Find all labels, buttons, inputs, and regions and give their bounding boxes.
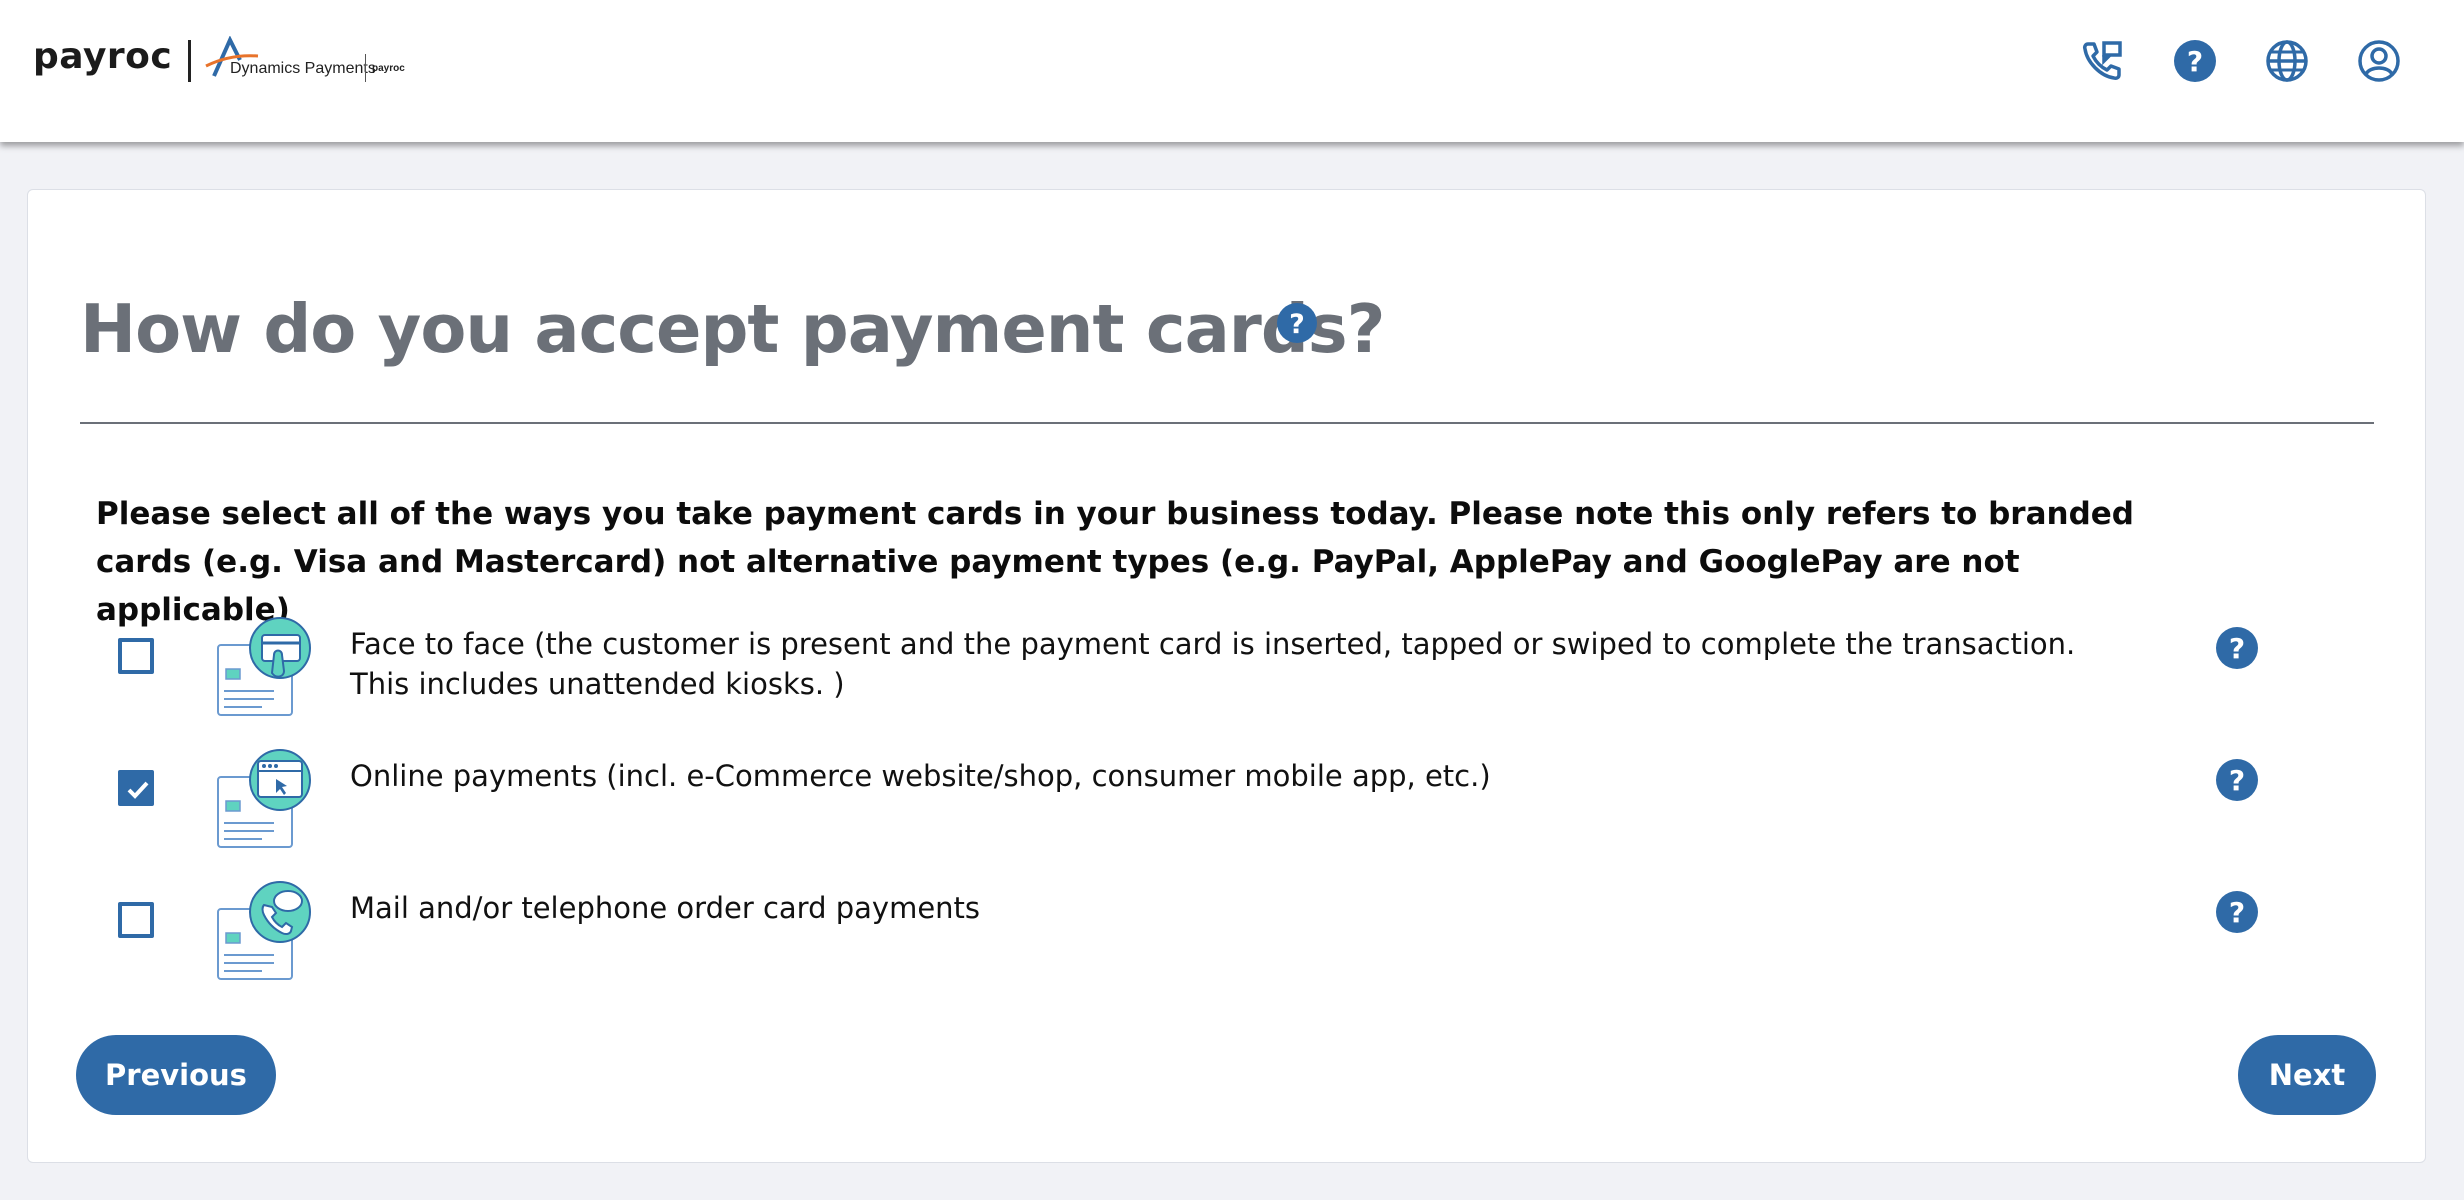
help-icon[interactable]: ? xyxy=(2172,38,2218,84)
online-payments-label: Online payments (incl. e-Commerce websit… xyxy=(350,759,1491,793)
partner-name: Dynamics Payments xyxy=(230,60,376,77)
online-payments-checkbox[interactable] xyxy=(118,770,154,806)
payroc-logo[interactable]: payroc xyxy=(33,36,172,77)
globe-icon[interactable] xyxy=(2264,38,2310,84)
mail-telephone-checkbox[interactable] xyxy=(118,902,154,938)
title-divider xyxy=(80,422,2374,424)
face-to-face-checkbox[interactable] xyxy=(118,638,154,674)
top-header: payroc Dynamics Payments payroc ? xyxy=(0,0,2464,142)
partner-divider xyxy=(365,54,366,82)
next-button[interactable]: Next xyxy=(2238,1035,2376,1115)
face-to-face-help-icon[interactable]: ? xyxy=(2215,626,2259,670)
title-help-icon[interactable]: ? xyxy=(1276,302,1318,344)
option-mail-telephone: Mail and/or telephone order card payment… xyxy=(28,879,2427,989)
svg-text:?: ? xyxy=(2229,764,2245,797)
online-payments-help-icon[interactable]: ? xyxy=(2215,758,2259,802)
face-to-face-label: Face to face (the customer is present an… xyxy=(350,627,2076,701)
question-card: How do you accept payment cards? ? Pleas… xyxy=(27,189,2426,1163)
svg-text:?: ? xyxy=(1289,309,1305,340)
online-browser-illustration-icon xyxy=(217,749,311,848)
option-online-payments: Online payments (incl. e-Commerce websit… xyxy=(28,747,2427,857)
mail-telephone-label: Mail and/or telephone order card payment… xyxy=(350,891,981,925)
partner-sub-logo: payroc xyxy=(372,63,405,74)
user-account-icon[interactable] xyxy=(2356,38,2402,84)
svg-text:?: ? xyxy=(2187,45,2203,78)
svg-text:?: ? xyxy=(2229,632,2245,665)
mail-telephone-help-icon[interactable]: ? xyxy=(2215,890,2259,934)
option-face-to-face: Face to face (the customer is present an… xyxy=(28,615,2427,725)
phone-callback-icon[interactable] xyxy=(2080,38,2126,84)
checkmark-icon xyxy=(127,781,149,799)
svg-text:?: ? xyxy=(2229,896,2245,929)
card-terminal-illustration-icon xyxy=(217,617,311,716)
logo-divider xyxy=(188,40,191,82)
page-title: How do you accept payment cards? xyxy=(80,290,1386,368)
instructions-text: Please select all of the ways you take p… xyxy=(96,496,2134,628)
previous-button[interactable]: Previous xyxy=(76,1035,276,1115)
phone-order-illustration-icon xyxy=(217,881,311,980)
